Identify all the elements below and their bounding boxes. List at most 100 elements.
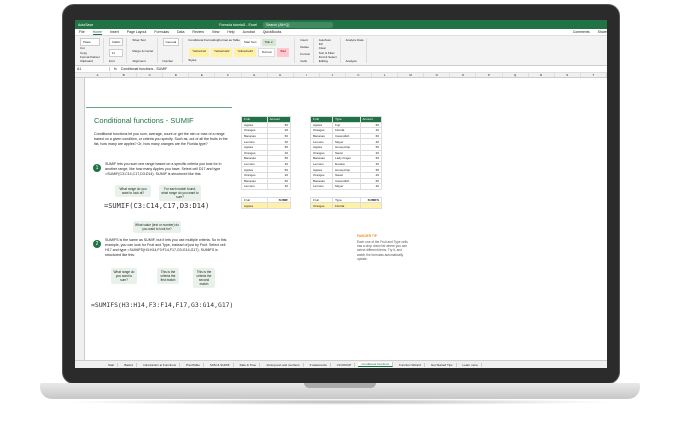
sheet-tabs: Start Basics Introduction to Functions Pivo… (75, 360, 607, 368)
conditional-formatting-button[interactable]: Conditional Formatting (188, 38, 218, 47)
style-bad[interactable]: Bad (277, 48, 289, 57)
menu-data[interactable]: Data (177, 30, 184, 34)
menu-insert[interactable]: Insert (110, 30, 119, 34)
intro-text: Conditional functions let you sum, avera… (94, 132, 228, 146)
column-header[interactable]: N (424, 73, 451, 77)
fruit-type-table: Fruit Type Amount Apples Fuji 50 Oranges Florid… (309, 116, 382, 209)
menu-home[interactable]: Home (92, 30, 102, 35)
wrap-text-button[interactable]: Wrap Text (132, 38, 153, 42)
sheet-tab[interactable]: PivotTable (183, 362, 204, 367)
menu-acrobat[interactable]: Acrobat (243, 30, 255, 34)
step-1-text: SUMIF lets you sum one range based on a … (105, 162, 222, 176)
fruit-table: Fruit Amount Apples 50 Oranges 20 Bananas 60 Lem… (241, 116, 292, 209)
column-header[interactable]: H (268, 73, 294, 77)
share-button[interactable]: Share (598, 30, 607, 34)
column-header[interactable]: I (294, 73, 320, 77)
column-header[interactable]: R (529, 73, 555, 77)
sheet-tab[interactable]: Date & Time (237, 362, 261, 367)
alignment-group: Wrap Text Merge & Center Alignment (129, 38, 158, 63)
column-header[interactable]: Q (503, 73, 529, 77)
sheet-tab[interactable]: Get Started Tips (428, 362, 457, 367)
merge-center-button[interactable]: Merge & Center (132, 49, 153, 53)
ribbon: Paste Cut Copy Format Painter Clipboard … (75, 36, 607, 66)
input-cell[interactable] (266, 202, 292, 209)
menu-help[interactable]: Help (227, 30, 234, 34)
menu-quickbooks[interactable]: QuickBooks (263, 30, 282, 34)
column-header[interactable]: E (189, 73, 216, 77)
autosave-label[interactable]: AutoSave (78, 23, 93, 27)
header-band (86, 78, 232, 108)
font-label: Font (108, 59, 115, 63)
style-normal[interactable]: Normal (257, 48, 276, 57)
paste-button[interactable]: Paste (80, 38, 100, 46)
sheet-tab[interactable]: If statements (307, 362, 331, 367)
sheet-tab[interactable]: Introduction to Functions (140, 362, 181, 367)
insert-button[interactable]: Insert (300, 38, 310, 42)
input-cell[interactable]: Oranges (309, 202, 334, 209)
sumifs-formula: =SUMIFS(H3:H14,F3:F14,F17,G3:G14,G17) (91, 301, 234, 309)
column-header[interactable]: A (85, 73, 112, 77)
comments-button[interactable]: Comments (573, 30, 590, 34)
sheet-tab[interactable]: Conditional functions (358, 362, 394, 367)
column-header[interactable]: O (450, 73, 477, 77)
column-header[interactable]: F (215, 73, 242, 77)
column-header[interactable]: G (242, 73, 268, 77)
menu-review[interactable]: Review (192, 30, 203, 34)
column-header[interactable]: J (320, 73, 346, 77)
column-header[interactable]: B (111, 73, 138, 77)
sumif-formula: =SUMIF(C3:C14,C17,D3:D14) (104, 202, 210, 210)
fx-icon: fx (114, 67, 117, 71)
style-title2[interactable]: Title 2 (261, 39, 276, 46)
column-header[interactable]: T (581, 73, 607, 77)
number-label: Number (162, 59, 174, 63)
menu-formulas[interactable]: Formulas (154, 30, 169, 34)
column-header[interactable]: L (372, 73, 399, 77)
laptop-frame: AutoSave Formula tutorial1 - Excel Searc… (40, 0, 640, 435)
style-yellowcell3[interactable]: YellowCell3 (234, 48, 256, 57)
input-cell[interactable] (359, 202, 382, 209)
number-format-select[interactable]: General (162, 38, 180, 46)
format-as-table-button[interactable]: Format as Table (218, 38, 239, 47)
search-input[interactable]: Search (Alt+Q) (263, 21, 334, 28)
formula-input[interactable]: Conditional functions - SUMIF (121, 67, 168, 71)
clipboard-label: Clipboard (80, 59, 93, 63)
sheet-tab[interactable]: Joining text and numbers (263, 362, 304, 367)
select-all-corner[interactable] (75, 73, 85, 77)
laptop-notch (304, 383, 376, 388)
step-1-badge: 1 (93, 164, 101, 172)
worksheet[interactable]: Conditional functions - SUMIF Conditiona… (75, 78, 607, 360)
column-header[interactable]: K (346, 73, 373, 77)
font-select[interactable]: Calibri (108, 38, 124, 46)
style-start-text[interactable]: Start Text (240, 39, 260, 46)
column-header[interactable]: C (137, 73, 164, 77)
menu-view[interactable]: View (212, 30, 220, 34)
menu-page-layout[interactable]: Page Layout (127, 30, 147, 34)
callout-sum-range: For each match found, what range do you … (159, 185, 201, 201)
callout-criteria: What value (text or number) do you want … (133, 221, 181, 233)
input-cell[interactable]: Florida (332, 202, 361, 209)
sheet-tab[interactable]: Start (105, 362, 119, 367)
column-header[interactable]: P (476, 73, 503, 77)
column-header[interactable]: M (398, 73, 425, 77)
editing-label: Editing (318, 58, 328, 63)
style-yellowcell2[interactable]: YellowCell2 (210, 48, 233, 57)
input-row: Oranges Florida (309, 202, 382, 209)
excel-window: AutoSave Formula tutorial1 - Excel Searc… (75, 20, 607, 368)
sheet-tab[interactable]: Function Wizard (396, 362, 425, 367)
sheet-tab[interactable]: SUM & SUMIF (207, 362, 234, 367)
input-cell[interactable]: Apples (241, 202, 268, 209)
sheet-tab[interactable]: VLOOKUP (334, 362, 356, 367)
column-header[interactable]: S (555, 73, 581, 77)
name-box[interactable]: A1 (75, 67, 110, 71)
column-header[interactable]: D (163, 73, 190, 77)
spacer-row (242, 189, 291, 197)
font-size-select[interactable]: 11 (108, 48, 124, 57)
analyze-data-button[interactable]: Analyze Data (346, 38, 364, 42)
delete-button[interactable]: Delete (300, 45, 310, 49)
laptop-shadow (60, 399, 620, 405)
sheet-tab[interactable]: Basics (121, 362, 138, 367)
style-yellowcell[interactable]: YellowCell (189, 48, 209, 57)
menu-file[interactable]: File (79, 30, 85, 34)
format-button[interactable]: Format (300, 52, 310, 56)
sheet-tab[interactable]: Learn more (460, 362, 482, 367)
